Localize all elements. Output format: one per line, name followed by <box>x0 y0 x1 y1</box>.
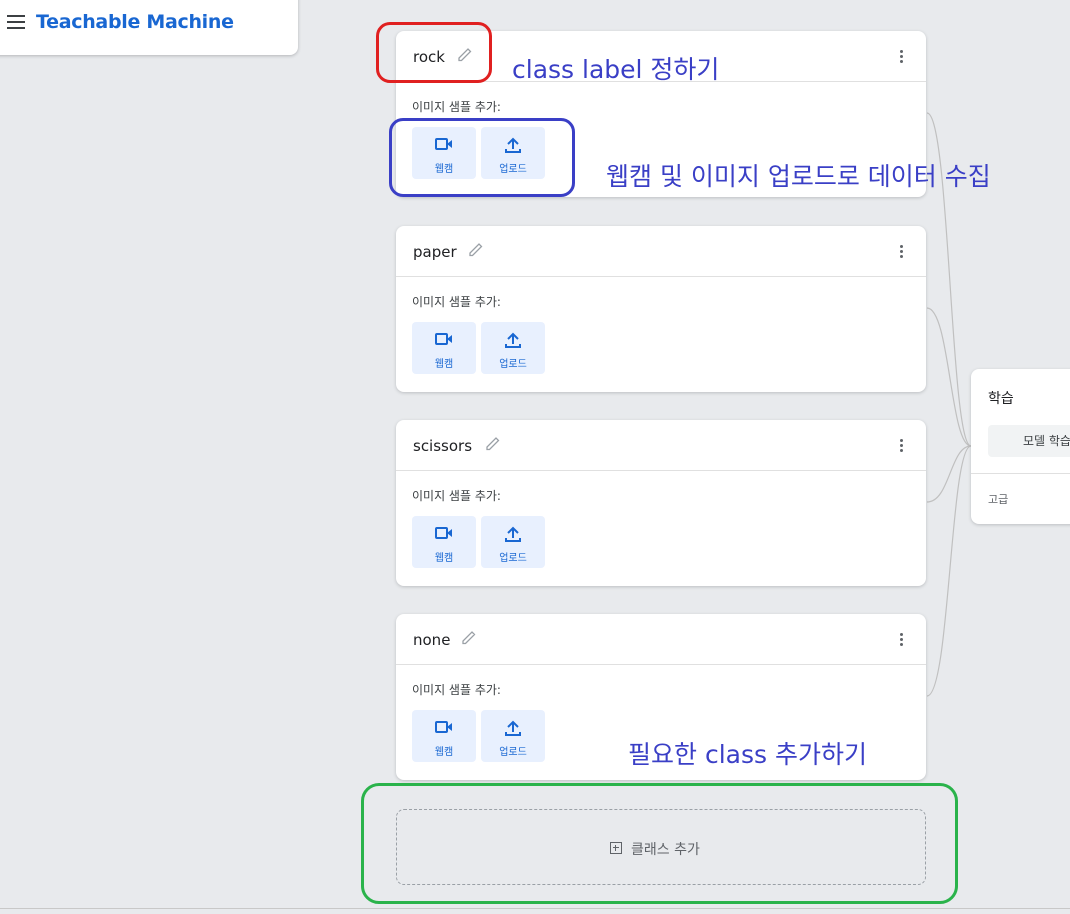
class-card-header: scissors <box>396 420 926 471</box>
upload-icon <box>505 720 521 736</box>
class-card-paper: paper 이미지 샘플 추가: 웹캠 업로드 <box>396 226 926 392</box>
videocam-icon <box>435 527 452 539</box>
class-card-header: paper <box>396 226 926 277</box>
sample-label: 이미지 샘플 추가: <box>412 100 501 114</box>
divider <box>971 473 1070 474</box>
app-title: Teachable Machine <box>36 11 234 33</box>
sample-label: 이미지 샘플 추가: <box>412 295 501 309</box>
upload-label: 업로드 <box>499 747 527 758</box>
more-vert-icon[interactable] <box>900 439 904 453</box>
class-name[interactable]: none <box>413 631 450 649</box>
annotation-text: 필요한 class 추가하기 <box>628 740 867 769</box>
class-name[interactable]: paper <box>413 243 457 261</box>
training-title: 학습 <box>988 391 1014 407</box>
videocam-icon <box>435 333 452 345</box>
sample-label: 이미지 샘플 추가: <box>412 683 501 697</box>
pencil-icon[interactable] <box>484 435 502 453</box>
train-model-button[interactable]: 모델 학습시키기 <box>988 425 1070 457</box>
pencil-icon[interactable] <box>467 241 485 259</box>
more-vert-icon[interactable] <box>900 50 904 64</box>
annotation-box-add-class <box>361 783 958 904</box>
menu-icon[interactable] <box>7 15 25 29</box>
more-vert-icon[interactable] <box>900 245 904 259</box>
annotation-box-data <box>389 118 575 197</box>
class-name[interactable]: scissors <box>413 437 472 455</box>
upload-button[interactable]: 업로드 <box>481 322 545 374</box>
upload-icon <box>505 332 521 348</box>
pencil-icon[interactable] <box>460 629 478 647</box>
webcam-label: 웹캠 <box>434 553 454 564</box>
app-header: Teachable Machine <box>0 0 298 55</box>
upload-label: 업로드 <box>499 553 527 564</box>
annotation-text: 웹캠 및 이미지 업로드로 데이터 수집 <box>606 162 991 191</box>
videocam-icon <box>435 721 452 733</box>
class-card-header: none <box>396 614 926 665</box>
upload-button[interactable]: 업로드 <box>481 516 545 568</box>
more-vert-icon[interactable] <box>900 633 904 647</box>
upload-label: 업로드 <box>499 359 527 370</box>
upload-icon <box>505 526 521 542</box>
divider <box>0 908 1070 909</box>
sample-label: 이미지 샘플 추가: <box>412 489 501 503</box>
class-card-scissors: scissors 이미지 샘플 추가: 웹캠 업로드 <box>396 420 926 586</box>
webcam-button[interactable]: 웹캠 <box>412 322 476 374</box>
webcam-button[interactable]: 웹캠 <box>412 710 476 762</box>
advanced-toggle[interactable]: 고급 <box>988 491 1008 507</box>
annotation-text: class label 정하기 <box>512 55 720 84</box>
webcam-button[interactable]: 웹캠 <box>412 516 476 568</box>
webcam-label: 웹캠 <box>434 747 454 758</box>
annotation-box-label <box>376 22 492 83</box>
training-panel: 학습 모델 학습시키기 고급 <box>971 369 1070 524</box>
webcam-label: 웹캠 <box>434 359 454 370</box>
upload-button[interactable]: 업로드 <box>481 710 545 762</box>
